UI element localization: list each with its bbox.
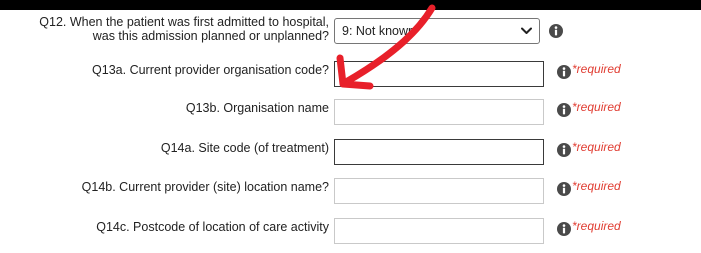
q13a-required-text: *required — [572, 62, 621, 76]
q14b-site-location-name-input[interactable] — [334, 178, 544, 204]
q13a-label: Q13a. Current provider organisation code… — [92, 63, 329, 77]
q14c-label: Q14c. Postcode of location of care activ… — [96, 220, 329, 234]
q13a-provider-org-code-input[interactable] — [334, 61, 544, 87]
q13b-organisation-name-input[interactable] — [334, 99, 544, 125]
q13b-label: Q13b. Organisation name — [185, 101, 329, 115]
q14c-required-text: *required — [572, 219, 621, 233]
q12-label-line2: was this admission planned or unplanned? — [92, 29, 329, 43]
chevron-down-icon — [521, 27, 532, 34]
q12-label-line1: Q12. When the patient was first admitted… — [39, 15, 329, 29]
info-icon[interactable] — [557, 65, 571, 79]
q14b-required-text: *required — [572, 179, 621, 193]
info-icon[interactable] — [557, 143, 571, 157]
top-black-bar — [0, 0, 701, 10]
info-icon[interactable] — [549, 24, 563, 38]
q14a-site-code-input[interactable] — [334, 139, 544, 165]
q12-label: Q12. When the patient was first admitted… — [39, 15, 329, 43]
q14a-required-text: *required — [572, 140, 621, 154]
q12-selected-value: 9: Not known — [342, 24, 415, 38]
q12-admission-select[interactable]: 9: Not known — [334, 18, 540, 44]
q14a-label: Q14a. Site code (of treatment) — [160, 141, 329, 155]
info-icon[interactable] — [557, 182, 571, 196]
q13b-required-text: *required — [572, 100, 621, 114]
q14b-label: Q14b. Current provider (site) location n… — [81, 180, 329, 194]
info-icon[interactable] — [557, 222, 571, 236]
info-icon[interactable] — [557, 103, 571, 117]
q14c-postcode-input[interactable] — [334, 218, 544, 244]
